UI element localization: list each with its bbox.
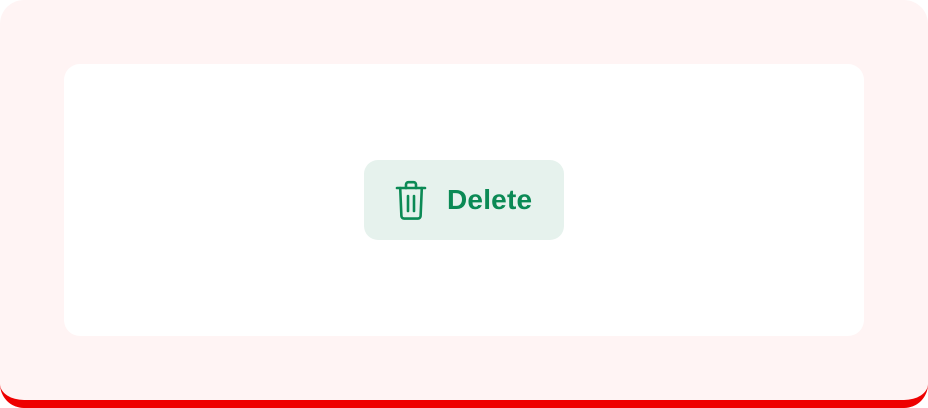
outer-frame: Delete bbox=[0, 0, 928, 408]
card: Delete bbox=[64, 64, 864, 336]
delete-label: Delete bbox=[447, 184, 533, 215]
delete-button[interactable]: Delete bbox=[364, 160, 564, 240]
trash-icon bbox=[393, 179, 429, 221]
